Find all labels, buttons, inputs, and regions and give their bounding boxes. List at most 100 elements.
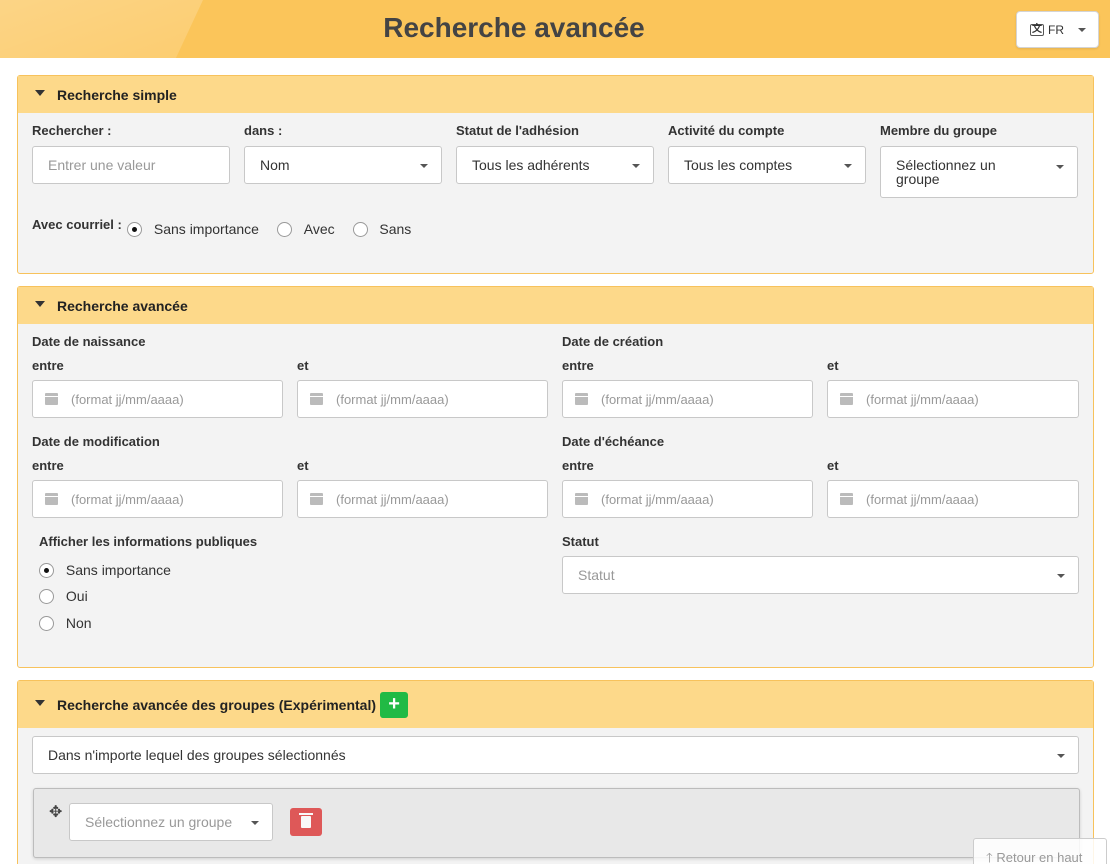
calendar-icon — [840, 393, 853, 405]
calendar-icon — [575, 493, 588, 505]
public-info-option-any-row: Sans importance — [39, 561, 171, 578]
account-activity-label: Activité du compte — [668, 123, 785, 138]
calendar-icon — [45, 393, 58, 405]
birth-date-to-input[interactable]: (format jj/mm/aaaa) — [297, 380, 548, 418]
statut-label: Statut — [562, 534, 599, 549]
membership-status-value: Tous les adhérents — [472, 157, 590, 173]
public-radio-any[interactable] — [39, 562, 54, 578]
chevron-down-icon — [251, 821, 259, 825]
calendar-icon — [310, 493, 323, 505]
chevron-down-icon — [1056, 165, 1064, 169]
creation-date-from-input[interactable]: (format jj/mm/aaaa) — [562, 380, 813, 418]
date-placeholder: (format jj/mm/aaaa) — [336, 491, 449, 507]
language-icon: 文 — [1030, 23, 1044, 36]
calendar-icon — [45, 493, 58, 505]
chevron-down-icon — [1057, 574, 1065, 578]
add-group-button[interactable]: + — [380, 691, 409, 718]
date-placeholder: (format jj/mm/aaaa) — [601, 491, 714, 507]
membership-status-label: Statut de l'adhésion — [456, 123, 579, 138]
group-select-placeholder: Sélectionnez un groupe — [85, 814, 233, 830]
language-selector[interactable]: 文 FR — [1016, 11, 1099, 48]
public-option-yes: Oui — [65, 588, 88, 605]
modification-date-to-input[interactable]: (format jj/mm/aaaa) — [297, 480, 548, 518]
statut-placeholder: Statut — [578, 567, 615, 583]
collapse-triangle-icon — [35, 89, 45, 96]
top-bar: Recherche avancée 文 FR — [0, 0, 1110, 58]
group-member-label: Membre du groupe — [880, 123, 998, 138]
calendar-icon — [310, 393, 323, 405]
modif-and-label: et — [297, 458, 309, 473]
advanced-search-title: Recherche avancée — [57, 297, 188, 314]
simple-search-panel: Recherche simple Rechercher : Entrer une… — [17, 75, 1094, 274]
due-between-label: entre — [562, 458, 594, 473]
public-info-option-yes-row: Oui — [39, 587, 88, 604]
collapse-triangle-icon — [35, 699, 45, 706]
group-member-select[interactable]: Sélectionnez un groupe — [880, 146, 1078, 198]
chevron-down-icon — [1078, 27, 1086, 32]
membership-status-select[interactable]: Tous les adhérents — [456, 146, 654, 184]
group-mode-select[interactable]: Dans n'importe lequel des groupes sélect… — [32, 736, 1079, 774]
modification-date-label: Date de modification — [32, 434, 160, 449]
statut-select[interactable]: Statut — [562, 556, 1079, 594]
back-to-top-button[interactable]: 🡑 Retour en haut — [973, 838, 1107, 864]
group-mode-value: Dans n'importe lequel des groupes sélect… — [48, 747, 346, 763]
creation-date-label: Date de création — [562, 334, 664, 349]
account-activity-value: Tous les comptes — [684, 157, 793, 173]
advanced-search-header[interactable]: Recherche avancée — [18, 287, 1093, 324]
simple-search-header[interactable]: Recherche simple — [18, 76, 1093, 113]
birth-and-label: et — [297, 358, 309, 373]
date-placeholder: (format jj/mm/aaaa) — [71, 391, 184, 407]
group-select[interactable]: Sélectionnez un groupe — [69, 803, 273, 841]
group-search-header[interactable]: Recherche avancée des groupes (Expérimen… — [18, 681, 1093, 728]
email-option-any: Sans importance — [153, 221, 259, 238]
search-label: Rechercher : — [32, 123, 112, 138]
due-date-from-input[interactable]: (format jj/mm/aaaa) — [562, 480, 813, 518]
chevron-down-icon — [844, 164, 852, 168]
chevron-down-icon — [420, 164, 428, 168]
search-in-label: dans : — [244, 123, 283, 138]
due-date-label: Date d'échéance — [562, 434, 665, 449]
birth-date-label: Date de naissance — [32, 334, 146, 349]
group-member-value: Sélectionnez un groupe — [896, 157, 996, 187]
public-radio-yes[interactable] — [39, 588, 54, 604]
collapse-triangle-icon — [35, 300, 45, 307]
public-info-option-no-row: Non — [39, 614, 92, 631]
email-radio-any[interactable] — [127, 221, 142, 237]
due-and-label: et — [827, 458, 839, 473]
due-date-to-input[interactable]: (format jj/mm/aaaa) — [827, 480, 1079, 518]
group-criteria-box: ✥ Sélectionnez un groupe — [33, 788, 1080, 858]
language-label: FR — [1048, 22, 1064, 37]
email-label: Avec courriel : — [32, 217, 122, 232]
date-placeholder: (format jj/mm/aaaa) — [601, 391, 714, 407]
public-option-any: Sans importance — [65, 562, 171, 579]
simple-search-title: Recherche simple — [57, 86, 177, 103]
search-input[interactable]: Entrer une valeur — [32, 146, 230, 184]
chevron-down-icon — [632, 164, 640, 168]
search-in-value: Nom — [260, 157, 290, 173]
search-in-select[interactable]: Nom — [244, 146, 442, 184]
back-to-top-label: Retour en haut — [996, 850, 1083, 864]
date-placeholder: (format jj/mm/aaaa) — [866, 391, 979, 407]
birth-date-from-input[interactable]: (format jj/mm/aaaa) — [32, 380, 283, 418]
creation-between-label: entre — [562, 358, 594, 373]
modif-between-label: entre — [32, 458, 64, 473]
group-search-panel: Recherche avancée des groupes (Expérimen… — [17, 680, 1094, 864]
account-activity-select[interactable]: Tous les comptes — [668, 146, 866, 184]
date-placeholder: (format jj/mm/aaaa) — [71, 491, 184, 507]
calendar-icon — [575, 393, 588, 405]
trash-icon — [299, 813, 313, 828]
date-placeholder: (format jj/mm/aaaa) — [336, 391, 449, 407]
email-option-with: Avec — [303, 221, 335, 238]
public-option-no: Non — [65, 615, 92, 632]
email-radio-with[interactable] — [276, 221, 292, 237]
chevron-down-icon — [1057, 754, 1065, 758]
arrow-up-icon: 🡑 — [986, 850, 993, 864]
drag-move-icon[interactable]: ✥ — [49, 802, 62, 822]
creation-date-to-input[interactable]: (format jj/mm/aaaa) — [827, 380, 1079, 418]
modification-date-from-input[interactable]: (format jj/mm/aaaa) — [32, 480, 283, 518]
public-radio-no[interactable] — [39, 615, 54, 631]
email-radio-without[interactable] — [352, 221, 368, 237]
delete-group-button[interactable] — [290, 808, 322, 836]
date-placeholder: (format jj/mm/aaaa) — [866, 491, 979, 507]
email-radio-group: Sans importance Avec Sans — [127, 220, 411, 237]
